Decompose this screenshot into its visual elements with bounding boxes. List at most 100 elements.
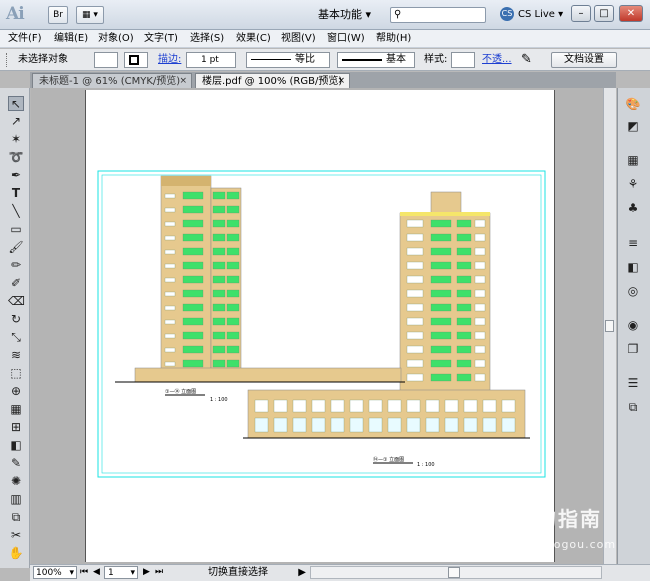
eyedropper-tool-icon[interactable]: ✎	[8, 456, 24, 471]
artboard-number-select[interactable]: 1 ▾	[104, 566, 138, 579]
stroke-weight-input[interactable]: 1 pt	[186, 52, 236, 68]
artboards-panel-icon[interactable]: ⧉	[625, 400, 641, 414]
bridge-button[interactable]: Br	[48, 6, 68, 24]
selection-tool-icon[interactable]: ↖	[8, 96, 24, 111]
pencil-tool-icon[interactable]: ✏	[8, 258, 24, 273]
workspace-switcher[interactable]: 基本功能 ▾	[318, 7, 378, 23]
artboard-tool-icon[interactable]: ⧉	[8, 510, 24, 525]
close-window-button[interactable]: ✕	[619, 5, 643, 22]
gradient-panel-icon[interactable]: ◧	[625, 260, 641, 274]
workspace-label: 基本功能	[318, 8, 362, 21]
rotate-tool-icon[interactable]: ↻	[8, 312, 24, 327]
variable-width-profile[interactable]: 等比	[246, 52, 330, 68]
vertical-scroll-thumb[interactable]	[605, 320, 614, 332]
window	[430, 247, 452, 256]
status-tool-display[interactable]: 切换直接选择 ▶	[180, 566, 308, 579]
eraser-tool-icon[interactable]: ⌫	[8, 294, 25, 309]
maximize-button[interactable]: □	[594, 5, 614, 22]
free-transform-tool-icon[interactable]: ⬚	[8, 366, 24, 381]
opacity-link[interactable]: 不透...	[482, 52, 512, 68]
first-artboard-icon[interactable]: ⏮	[80, 566, 88, 579]
horizontal-scroll-thumb[interactable]	[448, 567, 460, 578]
stroke-link[interactable]: 描边:	[158, 52, 181, 68]
slice-tool-icon[interactable]: ✂	[8, 528, 24, 543]
window	[182, 303, 204, 312]
window	[182, 261, 204, 270]
perspective-grid-tool-icon[interactable]: ▦	[8, 402, 24, 417]
minimize-button[interactable]: –	[571, 5, 591, 22]
shape-builder-tool-icon[interactable]: ⊕	[8, 384, 24, 399]
swatches-panel-icon[interactable]: ▦	[625, 153, 641, 167]
next-artboard-icon[interactable]: ▶	[143, 566, 150, 579]
tab-floor-pdf[interactable]: 楼层.pdf @ 100% (RGB/预览) ×	[195, 73, 350, 88]
window	[456, 373, 472, 382]
window	[164, 291, 176, 297]
appearance-panel-icon[interactable]: ◉	[625, 318, 641, 332]
direct-selection-tool-icon[interactable]: ↗	[8, 114, 24, 129]
tab-untitled-1[interactable]: 未标题-1 @ 61% (CMYK/预览) ×	[32, 73, 192, 88]
window	[501, 399, 516, 413]
graphic-styles-panel-icon[interactable]: ❐	[625, 342, 641, 356]
menu-view[interactable]: 视图(V)	[281, 31, 316, 47]
warp-tool-icon[interactable]: ≋	[8, 348, 24, 363]
pen-tool-icon[interactable]: ✒	[8, 168, 24, 183]
blob-brush-tool-icon[interactable]: ✐	[8, 276, 24, 291]
window	[182, 359, 204, 368]
window	[406, 331, 424, 340]
line-tool-icon[interactable]: ╲	[8, 204, 24, 219]
graphic-style-swatch[interactable]	[451, 52, 475, 68]
menu-effect[interactable]: 效果(C)	[236, 31, 271, 47]
paintbrush-tool-icon[interactable]: 🖌	[8, 240, 24, 255]
close-tab-icon[interactable]: ×	[179, 74, 187, 89]
close-tab-icon[interactable]: ×	[337, 74, 345, 89]
menu-object[interactable]: 对象(O)	[98, 31, 134, 47]
menu-select[interactable]: 选择(S)	[190, 31, 224, 47]
symbols-panel-icon[interactable]: ♣	[625, 201, 641, 215]
menu-window[interactable]: 窗口(W)	[327, 31, 365, 47]
transparency-panel-icon[interactable]: ◎	[625, 284, 641, 298]
recolor-artwork-icon[interactable]: ✎	[521, 52, 532, 68]
type-tool-icon[interactable]: T	[8, 186, 24, 201]
brushes-panel-icon[interactable]: ⚘	[625, 177, 641, 191]
window	[292, 417, 307, 433]
help-search-input[interactable]: ⚲	[390, 7, 486, 23]
window	[330, 399, 345, 413]
menu-type[interactable]: 文字(T)	[144, 31, 178, 47]
menu-edit[interactable]: 编辑(E)	[54, 31, 88, 47]
window	[425, 417, 440, 433]
brush-definition[interactable]: 基本	[337, 52, 415, 68]
elevation-drawing[interactable]: ①—⑭ 立面图 1 : 100 ⑭—① 立面图 1 : 100	[95, 168, 550, 480]
menu-help[interactable]: 帮助(H)	[376, 31, 411, 47]
document-setup-button[interactable]: 文档设置	[551, 52, 617, 68]
chevron-down-icon: ▾	[69, 568, 74, 578]
last-artboard-icon[interactable]: ⏭	[155, 566, 163, 579]
stroke-color-swatch[interactable]	[124, 52, 148, 68]
profile-label: 等比	[295, 54, 315, 65]
fill-color-swatch[interactable]	[94, 52, 118, 68]
window	[182, 219, 204, 228]
grip-handle[interactable]	[6, 53, 9, 67]
hand-tool-icon[interactable]: ✋	[8, 546, 24, 561]
symbol-sprayer-tool-icon[interactable]: ✺	[8, 474, 24, 489]
gradient-tool-icon[interactable]: ◧	[8, 438, 24, 453]
window	[430, 219, 452, 228]
selection-status: 未选择对象	[18, 54, 68, 65]
window	[430, 303, 452, 312]
scale-tool-icon[interactable]: ⤡	[8, 330, 24, 345]
previous-artboard-icon[interactable]: ◀	[93, 566, 100, 579]
layers-panel-icon[interactable]: ☰	[625, 376, 641, 390]
lasso-tool-icon[interactable]: ➰	[8, 150, 24, 165]
column-graph-tool-icon[interactable]: ▥	[8, 492, 24, 507]
window	[226, 191, 240, 200]
magic-wand-tool-icon[interactable]: ✶	[8, 132, 24, 147]
zoom-select[interactable]: 100% ▾	[33, 566, 77, 579]
arrange-documents-button[interactable]: ▦ ▾	[76, 6, 104, 24]
rectangle-tool-icon[interactable]: ▭	[8, 222, 24, 237]
color-panel-icon[interactable]: 🎨	[625, 97, 641, 111]
stroke-panel-icon[interactable]: ≡	[625, 236, 641, 250]
menu-file[interactable]: 文件(F)	[8, 31, 42, 47]
mesh-tool-icon[interactable]: ⊞	[8, 420, 24, 435]
window	[474, 247, 486, 256]
window	[406, 219, 424, 228]
color-guide-panel-icon[interactable]: ◩	[625, 119, 641, 133]
